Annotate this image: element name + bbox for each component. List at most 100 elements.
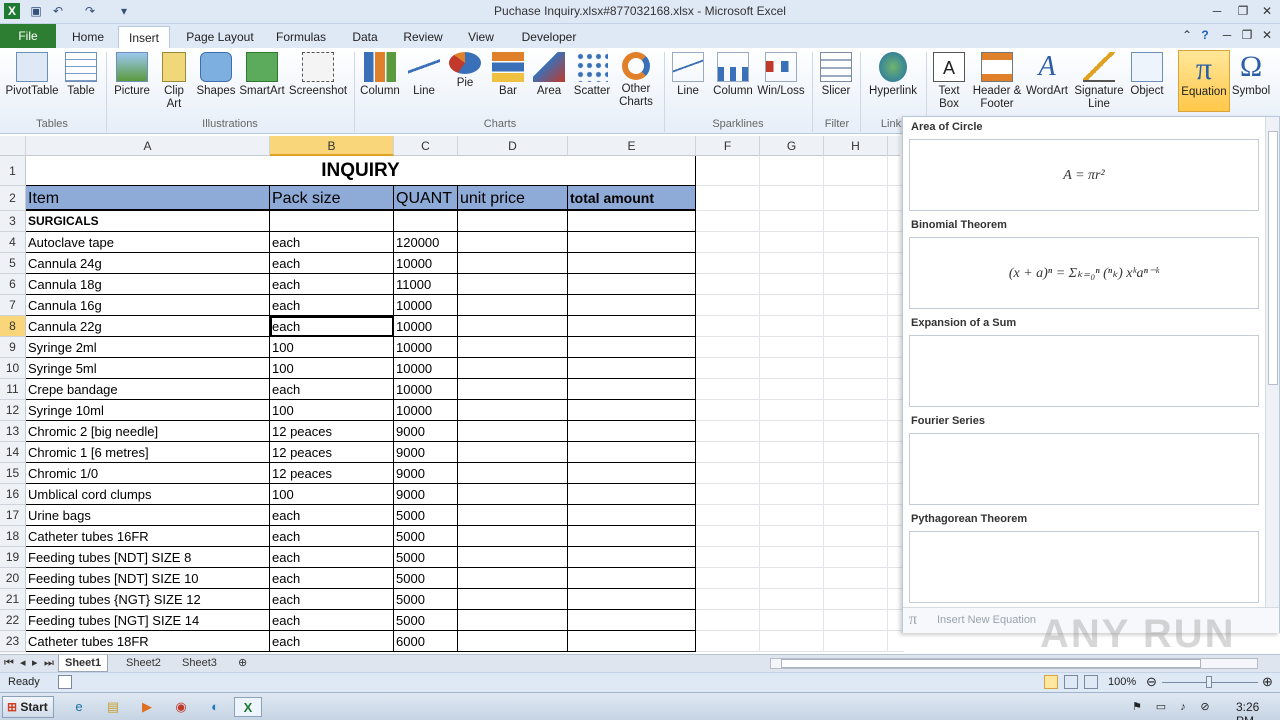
pack-size-cell[interactable]: each bbox=[270, 610, 394, 631]
table-cell[interactable] bbox=[458, 337, 568, 358]
table-header-cell[interactable]: unit price bbox=[458, 186, 568, 211]
table-cell[interactable] bbox=[458, 589, 568, 610]
line-chart-button[interactable]: Line bbox=[404, 50, 444, 98]
grid-cell[interactable] bbox=[760, 295, 824, 316]
table-cell[interactable] bbox=[458, 232, 568, 253]
grid-cell[interactable] bbox=[760, 463, 824, 484]
item-cell[interactable]: Feeding tubes [NDT] SIZE 8 bbox=[26, 547, 270, 568]
item-cell[interactable]: Feeding tubes {NGT} SIZE 12 bbox=[26, 589, 270, 610]
text-box-button[interactable]: A Text Box bbox=[928, 50, 970, 111]
grid-cell[interactable] bbox=[696, 526, 760, 547]
wb-close-icon[interactable]: ✕ bbox=[1256, 26, 1278, 44]
column-header-b[interactable]: B bbox=[270, 136, 394, 156]
page-layout-view-icon[interactable] bbox=[1064, 675, 1078, 689]
zoom-slider-thumb[interactable] bbox=[1206, 676, 1212, 688]
grid-cell[interactable] bbox=[696, 337, 760, 358]
pack-size-cell[interactable]: each bbox=[270, 379, 394, 400]
slicer-button[interactable]: Slicer bbox=[816, 50, 856, 98]
quantity-cell[interactable]: 9000 bbox=[394, 484, 458, 505]
pack-size-cell[interactable]: 12 peaces bbox=[270, 421, 394, 442]
pack-size-cell[interactable]: each bbox=[270, 505, 394, 526]
signature-line-button[interactable]: Signature Line bbox=[1072, 50, 1126, 111]
item-cell[interactable]: Urine bags bbox=[26, 505, 270, 526]
table-cell[interactable] bbox=[568, 568, 696, 589]
horizontal-scrollbar-thumb[interactable] bbox=[781, 659, 1201, 668]
grid-cell[interactable] bbox=[760, 547, 824, 568]
quantity-cell[interactable]: 5000 bbox=[394, 547, 458, 568]
table-cell[interactable] bbox=[458, 547, 568, 568]
grid-cell[interactable] bbox=[824, 274, 888, 295]
row-header[interactable]: 7 bbox=[0, 295, 26, 316]
sheet-title-cell[interactable]: INQUIRY bbox=[26, 156, 696, 186]
grid-cell[interactable] bbox=[824, 358, 888, 379]
grid-cell[interactable] bbox=[824, 337, 888, 358]
pack-size-cell[interactable]: each bbox=[270, 568, 394, 589]
header-footer-button[interactable]: Header & Footer bbox=[970, 50, 1024, 111]
table-cell[interactable] bbox=[458, 253, 568, 274]
table-cell[interactable] bbox=[568, 526, 696, 547]
close-icon[interactable]: ✕ bbox=[1256, 2, 1278, 20]
pack-size-cell[interactable]: 12 peaces bbox=[270, 463, 394, 484]
quantity-cell[interactable]: 10000 bbox=[394, 316, 458, 337]
tab-insert[interactable]: Insert bbox=[118, 26, 170, 49]
grid-cell[interactable] bbox=[824, 316, 888, 337]
ie-icon[interactable]: e bbox=[68, 697, 90, 717]
table-cell[interactable] bbox=[458, 484, 568, 505]
table-cell[interactable] bbox=[458, 442, 568, 463]
pack-size-cell[interactable]: 12 peaces bbox=[270, 442, 394, 463]
grid-cell[interactable] bbox=[696, 274, 760, 295]
grid-cell[interactable] bbox=[824, 379, 888, 400]
sheet-tab-sheet3[interactable]: Sheet3 bbox=[176, 655, 223, 672]
column-header-a[interactable]: A bbox=[26, 136, 270, 156]
table-cell[interactable] bbox=[458, 610, 568, 631]
zoom-out-icon[interactable]: ⊖ bbox=[1146, 674, 1157, 690]
row-header[interactable]: 9 bbox=[0, 337, 26, 358]
tab-data[interactable]: Data bbox=[348, 26, 382, 48]
grid-cell[interactable] bbox=[696, 631, 760, 652]
table-cell[interactable] bbox=[458, 379, 568, 400]
table-cell[interactable] bbox=[568, 505, 696, 526]
grid-cell[interactable] bbox=[696, 463, 760, 484]
table-cell[interactable] bbox=[568, 211, 696, 232]
grid-cell[interactable] bbox=[760, 274, 824, 295]
wb-restore-icon[interactable]: ❐ bbox=[1236, 26, 1258, 44]
column-header-h[interactable]: H bbox=[824, 136, 888, 156]
tab-review[interactable]: Review bbox=[400, 26, 446, 48]
network-tray-icon[interactable]: ▭ bbox=[1150, 697, 1172, 717]
grid-cell[interactable] bbox=[824, 526, 888, 547]
eq-fourier-series[interactable] bbox=[909, 433, 1259, 505]
grid-cell[interactable] bbox=[696, 358, 760, 379]
volume-tray-icon[interactable]: ♪ bbox=[1172, 697, 1194, 717]
pack-size-cell[interactable]: each bbox=[270, 232, 394, 253]
column-chart-button[interactable]: Column bbox=[358, 50, 402, 98]
grid-cell[interactable] bbox=[888, 631, 904, 652]
column-header-e[interactable]: E bbox=[568, 136, 696, 156]
object-button[interactable]: Object bbox=[1126, 50, 1168, 98]
quantity-cell[interactable]: 6000 bbox=[394, 631, 458, 652]
pack-size-cell[interactable]: each bbox=[270, 253, 394, 274]
grid-cell[interactable] bbox=[696, 568, 760, 589]
quantity-cell[interactable]: 10000 bbox=[394, 337, 458, 358]
sheet-nav-last-icon[interactable]: ⏭ bbox=[42, 655, 56, 672]
table-header-cell[interactable]: Pack size bbox=[270, 186, 394, 211]
table-cell[interactable] bbox=[568, 316, 696, 337]
grid-cell[interactable] bbox=[760, 505, 824, 526]
sparkline-line-button[interactable]: Line bbox=[668, 50, 708, 98]
macro-record-icon[interactable] bbox=[58, 675, 72, 689]
grid-cell[interactable] bbox=[824, 156, 888, 186]
table-cell[interactable] bbox=[458, 274, 568, 295]
grid-cell[interactable] bbox=[760, 589, 824, 610]
minimize-icon[interactable]: ─ bbox=[1206, 2, 1228, 20]
row-header[interactable]: 18 bbox=[0, 526, 26, 547]
tab-developer[interactable]: Developer bbox=[516, 26, 582, 48]
picture-button[interactable]: Picture bbox=[112, 50, 152, 98]
item-cell[interactable]: Cannula 18g bbox=[26, 274, 270, 295]
grid-cell[interactable] bbox=[696, 505, 760, 526]
row-header[interactable]: 23 bbox=[0, 631, 26, 652]
item-cell[interactable]: Cannula 22g bbox=[26, 316, 270, 337]
grid-cell[interactable] bbox=[760, 232, 824, 253]
sheet-nav-first-icon[interactable]: ⏮ bbox=[2, 655, 16, 672]
normal-view-icon[interactable] bbox=[1044, 675, 1058, 689]
grid-cell[interactable] bbox=[824, 186, 888, 211]
table-cell[interactable] bbox=[568, 232, 696, 253]
